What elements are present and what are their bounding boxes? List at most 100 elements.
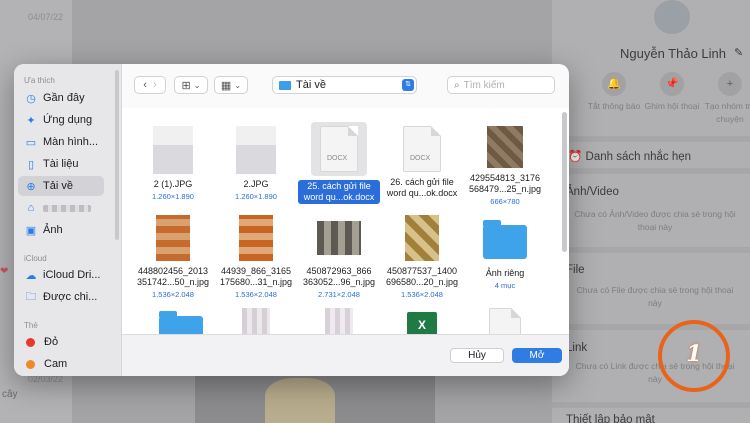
file-name: 2.JPG — [243, 179, 269, 189]
docx-tag: DOCX — [410, 155, 431, 162]
link-section-title[interactable]: Link — [566, 342, 587, 354]
sidebar-item-documents[interactable]: ▯ Tài liệu — [18, 154, 104, 174]
sidebar-item-label: Ảnh — [43, 224, 63, 236]
mute-label: Tắt thông báo — [587, 101, 641, 111]
edit-icon[interactable]: ✎ — [734, 46, 743, 59]
content-scrollbar[interactable] — [562, 112, 567, 252]
mute-button[interactable]: 🔔 Tắt thông báo — [584, 72, 644, 113]
file-item[interactable] — [464, 308, 546, 334]
folder-icon — [279, 80, 291, 90]
location-label: Tài về — [296, 79, 326, 91]
folder-item[interactable] — [140, 306, 222, 334]
back-forward-buttons[interactable]: ‹ › — [134, 76, 166, 94]
bell-icon: 🔔 — [602, 72, 626, 96]
avatar[interactable] — [654, 0, 690, 34]
dialog-toolbar: ‹ › ⊞ ⌄ ▦ ⌄ Tài về ⇅ ⌕ — [122, 64, 569, 108]
file-name: 450872963_866 363052...96_n.jpg — [302, 266, 376, 287]
sidebar-item-tag-orange[interactable]: Cam — [18, 354, 104, 374]
file-item[interactable]: 44939_866_3165 175680...31_n.jpg 1.536×2… — [215, 215, 297, 299]
search-field[interactable]: ⌕ — [447, 76, 555, 94]
divider — [552, 324, 750, 330]
cloud-icon: ☁ — [25, 269, 37, 282]
image-thumbnail — [317, 221, 361, 255]
media-section-title[interactable]: Ảnh/Video — [566, 186, 619, 198]
sidebar-scrollbar[interactable] — [115, 70, 119, 240]
docx-tag: DOCX — [327, 155, 348, 162]
file-item[interactable]: 450877537_1400 696580...20_n.jpg 1.536×2… — [381, 215, 463, 299]
divider — [552, 136, 750, 142]
search-icon: ⌕ — [454, 79, 460, 91]
sidebar-item-label: iCloud Dri... — [43, 269, 101, 281]
sidebar-item-icloud-drive[interactable]: ☁ iCloud Dri... — [18, 265, 104, 285]
conversation-date: 04/07/22 — [28, 12, 64, 22]
security-section-title[interactable]: Thiết lập bảo mật — [566, 414, 655, 423]
file-item[interactable]: 450872963_866 363052...96_n.jpg 2.731×2.… — [298, 221, 380, 299]
file-item[interactable] — [298, 308, 380, 334]
sidebar-item-label: Gần đây — [43, 92, 85, 104]
view-mode-button[interactable]: ⊞ ⌄ — [174, 76, 208, 94]
file-name: 429554813_3176 568479...25_n.jpg — [468, 173, 542, 194]
home-icon: ⌂ — [27, 202, 35, 214]
pin-label: Ghim hội thoại — [644, 101, 700, 111]
image-thumbnail — [239, 215, 273, 261]
document-icon — [489, 308, 521, 334]
file-item[interactable]: DOCX 26. cách gửi file word qu...ok.docx — [381, 126, 463, 200]
file-dimensions: 2.731×2.048 — [318, 290, 360, 299]
file-dimensions: 1.536×2.048 — [152, 290, 194, 299]
file-dimensions: 1.260×1.890 — [235, 192, 277, 201]
sidebar-item-shared[interactable]: 🗀 Được chi... — [18, 287, 104, 307]
favorites-header: Ưa thích — [24, 76, 55, 85]
file-item[interactable]: 429554813_3176 568479...25_n.jpg 666×780 — [464, 126, 546, 206]
sidebar-item-home[interactable]: ⌂ — [18, 198, 104, 218]
location-stepper-icon: ⇅ — [402, 79, 414, 91]
file-name: 44939_866_3165 175680...31_n.jpg — [219, 266, 293, 287]
file-name: 26. cách gửi file word qu...ok.docx — [386, 177, 458, 198]
clock-icon: ◷ — [26, 92, 36, 105]
folder-item[interactable]: Ảnh riêng 4 mục — [464, 215, 546, 290]
sidebar-item-applications[interactable]: ✦ Ứng dụng — [18, 110, 104, 130]
image-thumbnail — [153, 126, 193, 174]
location-popup[interactable]: Tài về ⇅ — [272, 76, 417, 94]
file-item[interactable]: 2 (1).JPG 1.260×1.890 — [132, 126, 214, 201]
folder-count: 4 mục — [494, 281, 516, 290]
image-thumbnail — [156, 215, 190, 261]
file-item[interactable]: 2.JPG 1.260×1.890 — [215, 126, 297, 201]
desktop-icon: ▭ — [25, 136, 37, 149]
file-item[interactable]: 448802456_2013 351742...50_n.jpg 1.536×2… — [132, 215, 214, 299]
sidebar-item-tag-red[interactable]: Đỏ — [18, 332, 104, 352]
pin-button[interactable]: 📌 Ghim hội thoại — [642, 72, 702, 113]
sidebar-item-downloads[interactable]: ⊕ Tải về — [18, 176, 104, 196]
cancel-button[interactable]: Hủy — [450, 348, 504, 363]
file-item[interactable]: X — [381, 312, 463, 334]
chat-image[interactable] — [195, 370, 435, 423]
sidebar-item-photos[interactable]: ▣ Ảnh — [18, 220, 104, 240]
docx-icon: DOCX — [403, 126, 441, 172]
file-item-selected[interactable]: DOCX 25. cách gửi file word qu...ok.docx — [298, 122, 380, 204]
add-group-icon: + — [718, 72, 742, 96]
file-dimensions: 1.536×2.048 — [235, 290, 277, 299]
profile-name: Nguyễn Thảo Linh — [620, 46, 727, 61]
group-grid-icon: ▦ — [220, 79, 232, 92]
file-item[interactable] — [215, 308, 297, 334]
pin-icon: 📌 — [660, 72, 684, 96]
create-group-button[interactable]: + Tạo nhóm trò chuyện — [700, 72, 750, 126]
chevron-down-icon: ⌄ — [234, 80, 242, 90]
search-input[interactable] — [463, 79, 544, 91]
file-dimensions: 1.260×1.890 — [152, 192, 194, 201]
sidebar-item-label: Màn hình... — [43, 136, 99, 148]
open-button[interactable]: Mở — [512, 348, 562, 363]
photos-icon: ▣ — [25, 224, 37, 237]
group-by-button[interactable]: ▦ ⌄ — [214, 76, 248, 94]
back-icon[interactable]: ‹ — [143, 79, 147, 91]
sidebar-item-label: Tải về — [43, 180, 73, 192]
chevron-down-icon: ⌄ — [193, 80, 201, 90]
forward-icon[interactable]: › — [153, 79, 157, 91]
file-empty-text: Chưa có File được chia sẻ trong hội thoạ… — [576, 285, 734, 308]
divider — [552, 402, 750, 408]
sidebar-item-recent[interactable]: ◷ Gần đây — [18, 88, 104, 108]
sidebar-item-desktop[interactable]: ▭ Màn hình... — [18, 132, 104, 152]
image-thumbnail — [325, 308, 353, 334]
apps-icon: ✦ — [26, 114, 36, 127]
reminder-list[interactable]: ⏰ Danh sách nhắc hẹn — [568, 149, 691, 163]
file-name: 2 (1).JPG — [153, 179, 193, 189]
